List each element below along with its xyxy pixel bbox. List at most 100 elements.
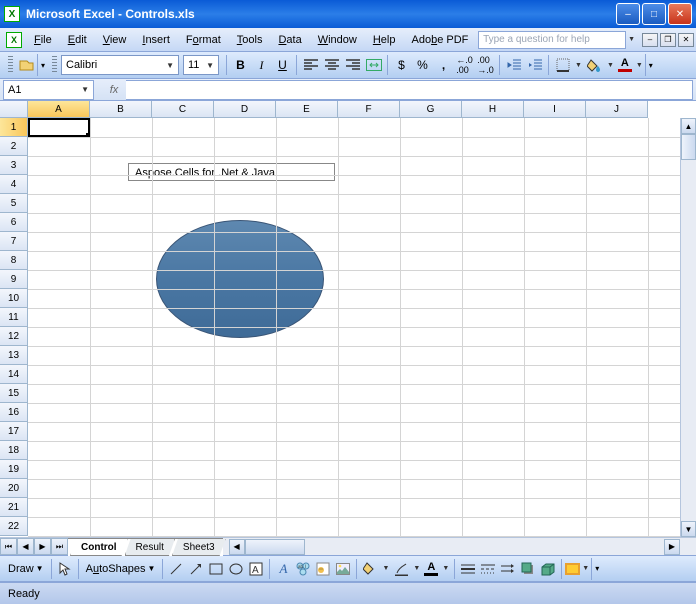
fill-color-button[interactable] (584, 55, 605, 76)
oval-icon[interactable] (226, 559, 246, 579)
fx-icon[interactable]: fx (102, 84, 126, 96)
rectangle-icon[interactable] (206, 559, 226, 579)
increase-indent-button[interactable] (524, 55, 545, 76)
menu-window[interactable]: Window (310, 32, 365, 48)
row-header-8[interactable]: 8 (0, 251, 28, 270)
decrease-indent-button[interactable] (503, 55, 524, 76)
select-objects-icon[interactable] (55, 559, 75, 579)
minimize-button[interactable]: – (616, 3, 640, 25)
toolbar-grip[interactable] (8, 56, 13, 74)
maximize-button[interactable]: □ (642, 3, 666, 25)
scroll-right-button[interactable]: ▶ (664, 539, 680, 555)
arrow-icon[interactable] (186, 559, 206, 579)
mdi-close[interactable]: ✕ (678, 33, 694, 47)
wordart-icon[interactable]: A (273, 559, 293, 579)
horizontal-scrollbar[interactable]: ◀ ▶ (229, 538, 680, 555)
font-color-dropdown[interactable]: ▼ (634, 62, 645, 69)
currency-button[interactable]: $ (391, 55, 412, 76)
col-header-F[interactable]: F (338, 101, 400, 118)
vertical-scrollbar[interactable]: ▲ ▼ (680, 118, 696, 537)
row-header-2[interactable]: 2 (0, 137, 28, 156)
merge-center-button[interactable] (363, 55, 384, 76)
scroll-left-button[interactable]: ◀ (229, 539, 245, 555)
row-header-18[interactable]: 18 (0, 441, 28, 460)
hscroll-thumb[interactable] (245, 539, 305, 555)
mdi-minimize[interactable]: – (642, 33, 658, 47)
line-color-icon[interactable] (391, 559, 411, 579)
align-right-button[interactable] (342, 55, 363, 76)
textbox-shape[interactable]: Aspose.Cells for .Net & Java (128, 163, 335, 181)
align-left-button[interactable] (300, 55, 321, 76)
decrease-decimal-button[interactable]: .00→.0 (475, 55, 496, 76)
select-all-corner[interactable] (0, 101, 28, 118)
vscroll-thumb[interactable] (681, 134, 696, 160)
col-header-J[interactable]: J (586, 101, 648, 118)
arrow-style-icon[interactable] (498, 559, 518, 579)
draw-expand[interactable]: ▾ (591, 558, 602, 580)
ask-question-box[interactable]: Type a question for help (478, 31, 626, 49)
underline-button[interactable]: U (272, 55, 293, 76)
col-header-B[interactable]: B (90, 101, 152, 118)
borders-dropdown[interactable]: ▼ (573, 62, 584, 69)
scroll-down-button[interactable]: ▼ (681, 521, 696, 537)
tab-prev-button[interactable]: ◀ (17, 538, 34, 555)
col-header-E[interactable]: E (276, 101, 338, 118)
row-header-11[interactable]: 11 (0, 308, 28, 327)
row-header-14[interactable]: 14 (0, 365, 28, 384)
align-center-button[interactable] (321, 55, 342, 76)
dash-style-icon[interactable] (478, 559, 498, 579)
row-header-13[interactable]: 13 (0, 346, 28, 365)
oval-shape[interactable] (156, 220, 324, 338)
draw-font-color[interactable]: A (422, 560, 440, 578)
row-header-3[interactable]: 3 (0, 156, 28, 175)
col-header-D[interactable]: D (214, 101, 276, 118)
row-header-16[interactable]: 16 (0, 403, 28, 422)
row-header-12[interactable]: 12 (0, 327, 28, 346)
open-icon[interactable] (17, 55, 37, 75)
line-icon[interactable] (166, 559, 186, 579)
font-name-box[interactable]: Calibri▼ (61, 55, 179, 75)
row-header-10[interactable]: 10 (0, 289, 28, 308)
col-header-C[interactable]: C (152, 101, 214, 118)
row-header-17[interactable]: 17 (0, 422, 28, 441)
row-header-4[interactable]: 4 (0, 175, 28, 194)
question-dropdown[interactable]: ▼ (626, 36, 637, 43)
active-cell[interactable] (28, 118, 90, 137)
menu-insert[interactable]: Insert (134, 32, 178, 48)
row-header-6[interactable]: 6 (0, 213, 28, 232)
menu-data[interactable]: Data (270, 32, 309, 48)
menu-help[interactable]: Help (365, 32, 404, 48)
toolbar-grip2[interactable] (52, 56, 57, 74)
menu-format[interactable]: Format (178, 32, 229, 48)
row-header-9[interactable]: 9 (0, 270, 28, 289)
menu-adobe-pdf[interactable]: Adobe PDF (403, 32, 476, 48)
sheet-tab-sheet3[interactable]: Sheet3 (172, 539, 226, 556)
menu-file[interactable]: File (26, 32, 60, 48)
picture-icon[interactable] (333, 559, 353, 579)
sheet-tab-result[interactable]: Result (125, 539, 175, 556)
col-header-A[interactable]: A (28, 101, 90, 118)
italic-button[interactable]: I (251, 55, 272, 76)
borders-button[interactable] (552, 55, 573, 76)
row-header-15[interactable]: 15 (0, 384, 28, 403)
fill-color-dropdown[interactable]: ▼ (605, 62, 616, 69)
cells[interactable]: Aspose.Cells for .Net & Java (28, 118, 680, 537)
row-header-22[interactable]: 22 (0, 517, 28, 536)
name-box[interactable]: A1▼ (3, 80, 94, 100)
tab-next-button[interactable]: ▶ (34, 538, 51, 555)
excel-icon-small[interactable] (6, 32, 22, 48)
mdi-restore[interactable]: ❐ (660, 33, 676, 47)
scroll-up-button[interactable]: ▲ (681, 118, 696, 134)
textbox-icon[interactable]: A (246, 559, 266, 579)
dfont-dropdown[interactable]: ▼ (440, 565, 451, 572)
row-header-5[interactable]: 5 (0, 194, 28, 213)
font-color-button[interactable]: A (616, 56, 634, 74)
row-header-1[interactable]: 1 (0, 118, 28, 137)
row-header-20[interactable]: 20 (0, 479, 28, 498)
fill-color-icon[interactable] (360, 559, 380, 579)
dfill-dropdown[interactable]: ▼ (380, 565, 391, 572)
comma-button[interactable]: , (433, 55, 454, 76)
tab-first-button[interactable]: ⏮ (0, 538, 17, 555)
menu-view[interactable]: View (95, 32, 135, 48)
shadow-icon[interactable] (518, 559, 538, 579)
